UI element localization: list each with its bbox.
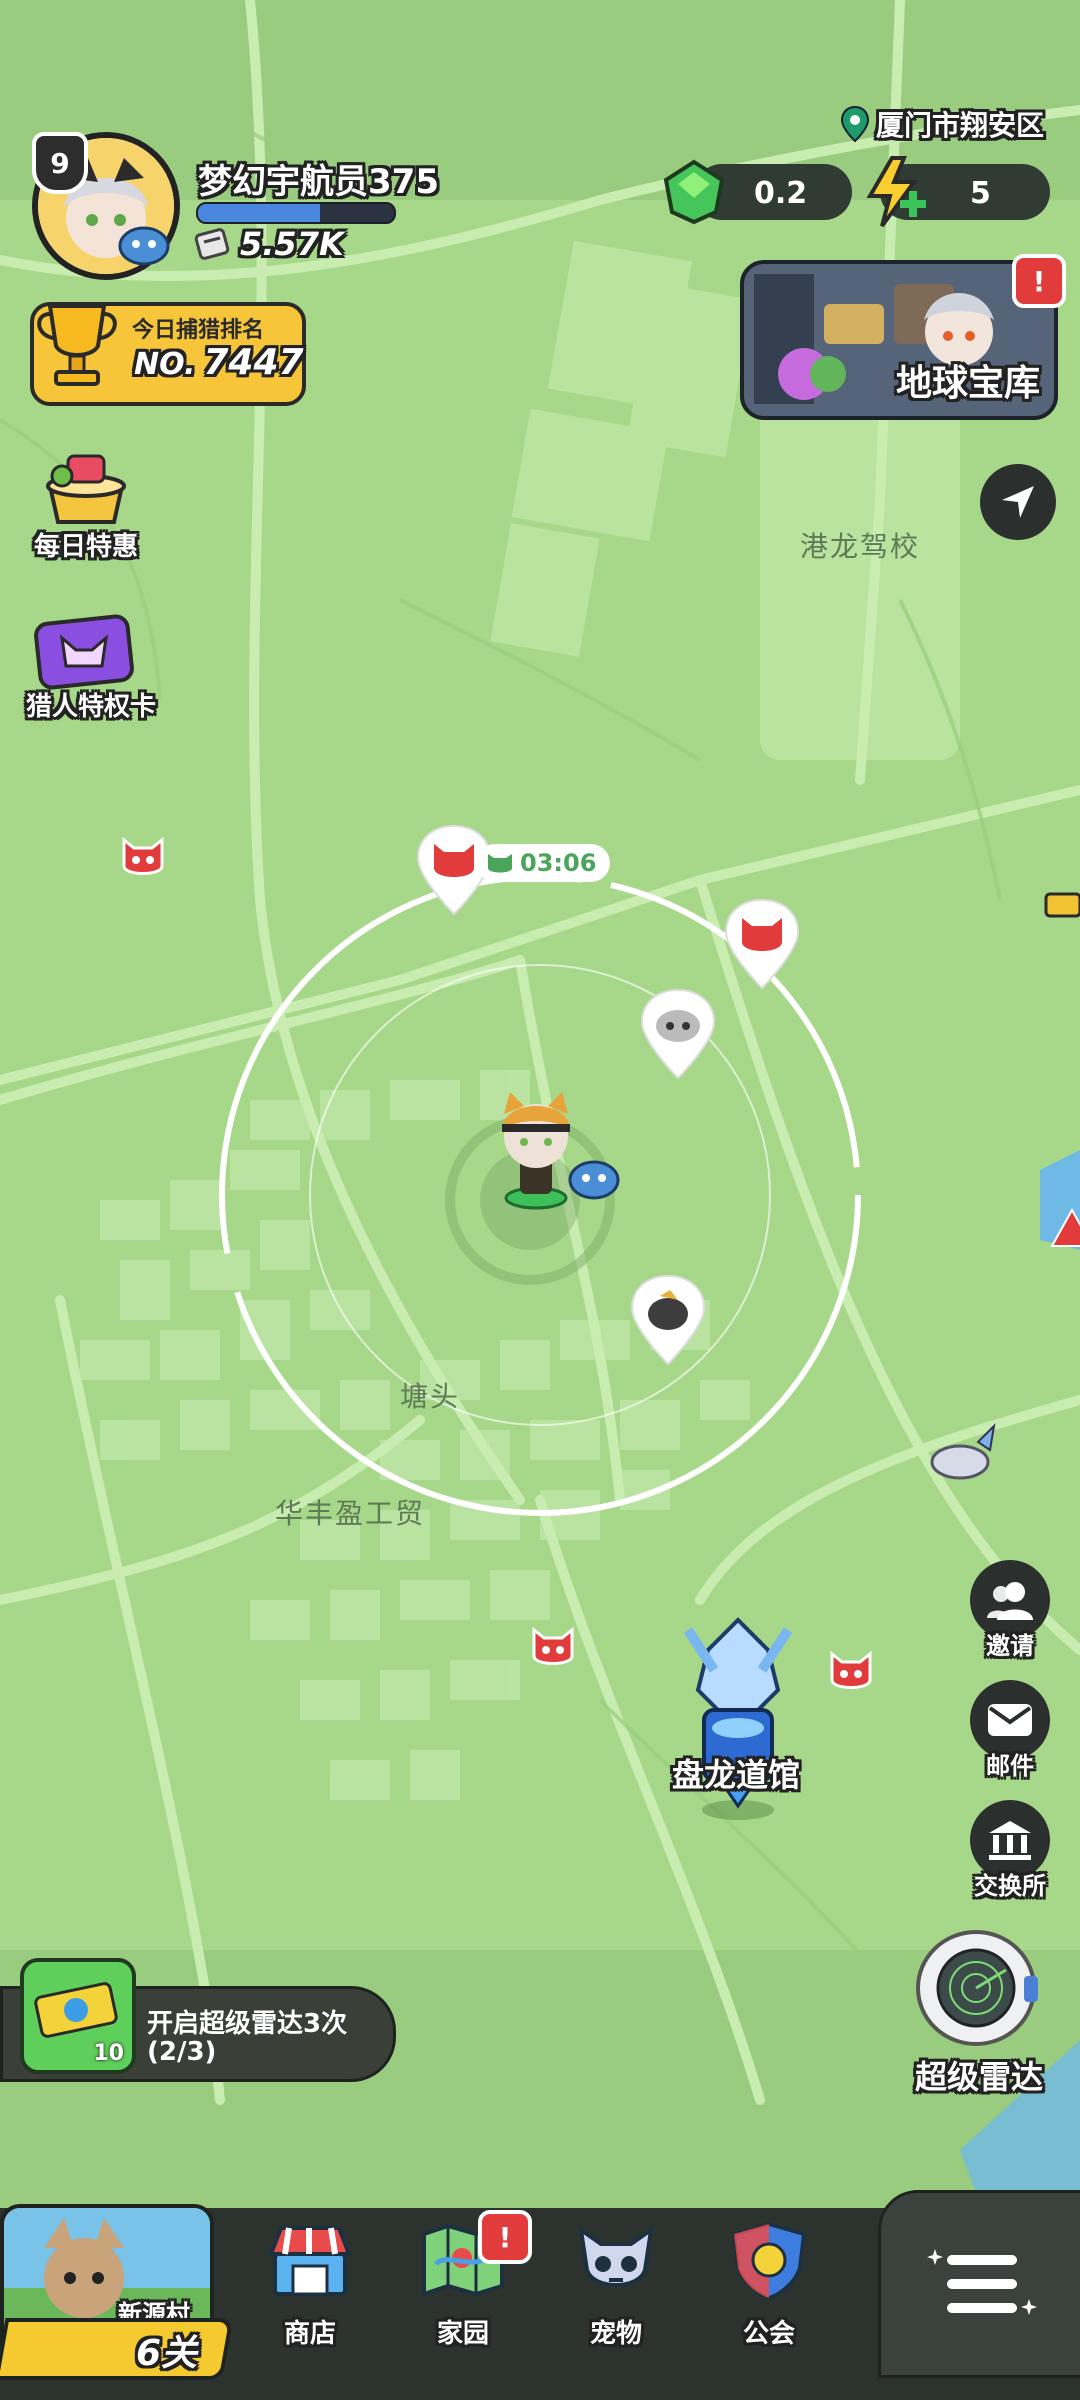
exchange-label: 交换所 [974, 1872, 1046, 1900]
player-name: 梦幻宇航员375 [198, 162, 439, 202]
monster-marker[interactable] [826, 1646, 876, 1694]
monster-face-icon [488, 854, 512, 873]
location-indicator: 厦门市翔安区 [840, 104, 1044, 144]
rank-prefix: NO. [134, 347, 196, 382]
gym-tower-icon [683, 1617, 793, 1820]
map-label-school: 港龙驾校 [800, 530, 921, 563]
wild-creature-icon [930, 1423, 996, 1480]
creature-pin[interactable] [638, 986, 718, 1082]
red-monster-icon [122, 836, 164, 875]
monster-marker[interactable] [528, 1622, 578, 1670]
nav-shop[interactable]: 商店 [245, 2220, 375, 2350]
hunter-card-label: 猎人特权卡 [26, 692, 157, 722]
spawn-timer-value: 03:06 [520, 849, 597, 877]
monster-marker[interactable] [118, 832, 168, 880]
player-power-value: 5.57K [240, 225, 344, 263]
warning-icon [1050, 1207, 1080, 1247]
home-alert-text: ! [498, 2220, 512, 2254]
gym-building[interactable] [668, 1610, 808, 1830]
gift-basket-icon [46, 454, 126, 524]
red-monster-icon [830, 1650, 872, 1689]
quest-text-line2: (2/3) [147, 2037, 217, 2067]
nav-guild[interactable]: 公会 [704, 2220, 834, 2350]
main-menu-button[interactable] [878, 2190, 1080, 2378]
home-alert-badge: ! [478, 2210, 532, 2264]
treasury-alert-text: ! [1032, 264, 1046, 298]
avatar-pet-icon [116, 218, 172, 266]
player-exp-bar [196, 202, 396, 224]
pet-skull-icon [578, 2225, 654, 2287]
bank-icon [989, 1821, 1031, 1860]
map-pin-creature-icon [640, 988, 716, 1080]
map-label-trade: 华丰盈工贸 [275, 1497, 426, 1530]
nav-home-label: 家园 [436, 2319, 489, 2349]
energy-plus-icon[interactable] [862, 156, 928, 228]
warning-marker[interactable] [1050, 1207, 1080, 1248]
treasure-chest-icon [1044, 892, 1080, 918]
invite-label: 邀请 [986, 1632, 1034, 1660]
nav-shop-label: 商店 [283, 2319, 336, 2349]
treasury-alert-badge: ! [1012, 254, 1066, 308]
daily-deal-button[interactable]: 每日特惠 [20, 446, 150, 566]
monster-pin[interactable] [722, 896, 802, 992]
navigation-arrow-icon [1002, 486, 1034, 518]
red-monster-icon [532, 1626, 574, 1665]
nav-pets[interactable]: 宠物 [551, 2220, 681, 2350]
gem-value: 0.2 [754, 176, 808, 211]
quest-text-line1: 开启超级雷达3次 [147, 2009, 348, 2039]
gym-label: 盘龙道馆 [672, 1756, 801, 1794]
nav-pets-label: 宠物 [589, 2319, 642, 2349]
map-label-town: 塘头 [400, 1380, 461, 1413]
shop-icon [268, 2226, 352, 2296]
energy-value: 5 [970, 176, 991, 211]
player-power: 5.57K [192, 224, 344, 264]
player-exp-fill [198, 204, 320, 222]
super-radar-label: 超级雷达 [914, 2058, 1043, 2096]
nav-guild-label: 公会 [742, 2319, 795, 2349]
power-icon [194, 228, 230, 260]
trophy-icon [32, 296, 122, 392]
people-icon [987, 1582, 1033, 1620]
wild-creature[interactable] [924, 1422, 1004, 1488]
menu-sparkle-icon [927, 2249, 1037, 2315]
daily-deal-label: 每日特惠 [33, 532, 138, 562]
location-pin-icon [840, 105, 870, 143]
hunter-card-icon [34, 614, 134, 690]
map-pin-creature-icon [630, 1274, 706, 1366]
player-level-badge: 9 [32, 132, 88, 194]
rank-value: 7447 [203, 342, 304, 383]
rank-title: 今日捕猎排名 [132, 318, 265, 343]
player-character[interactable] [480, 1084, 630, 1214]
spawn-timer: 03:06 [476, 844, 611, 882]
radar-device-icon [916, 1930, 1038, 2046]
player-level: 9 [50, 146, 70, 180]
location-text: 厦门市翔安区 [876, 109, 1045, 142]
mail-label: 邮件 [986, 1752, 1034, 1780]
hunter-card-button[interactable]: 猎人特权卡 [10, 610, 160, 730]
player-character-icon [502, 1092, 620, 1210]
envelope-icon [988, 1704, 1032, 1736]
map-pin-monster-icon [724, 898, 800, 990]
quest-ticket-icon: 10 [20, 1958, 136, 2074]
locate-button[interactable] [980, 464, 1056, 540]
treasury-label: 地球宝库 [895, 363, 1040, 404]
stage-count: 6关 [136, 2333, 198, 2374]
treasure-chest-marker[interactable] [1044, 886, 1080, 922]
creature-pin[interactable] [628, 1272, 708, 1368]
quest-ticket-badge: 10 [93, 2041, 124, 2066]
guild-shield-icon [731, 2221, 807, 2300]
gem-icon [660, 158, 728, 226]
earth-treasury-button[interactable]: 地球宝库 [740, 260, 1058, 420]
super-radar-button[interactable]: 超级雷达 [904, 1920, 1054, 2100]
village-stage-button[interactable]: 新源村 6关 [0, 2190, 234, 2380]
